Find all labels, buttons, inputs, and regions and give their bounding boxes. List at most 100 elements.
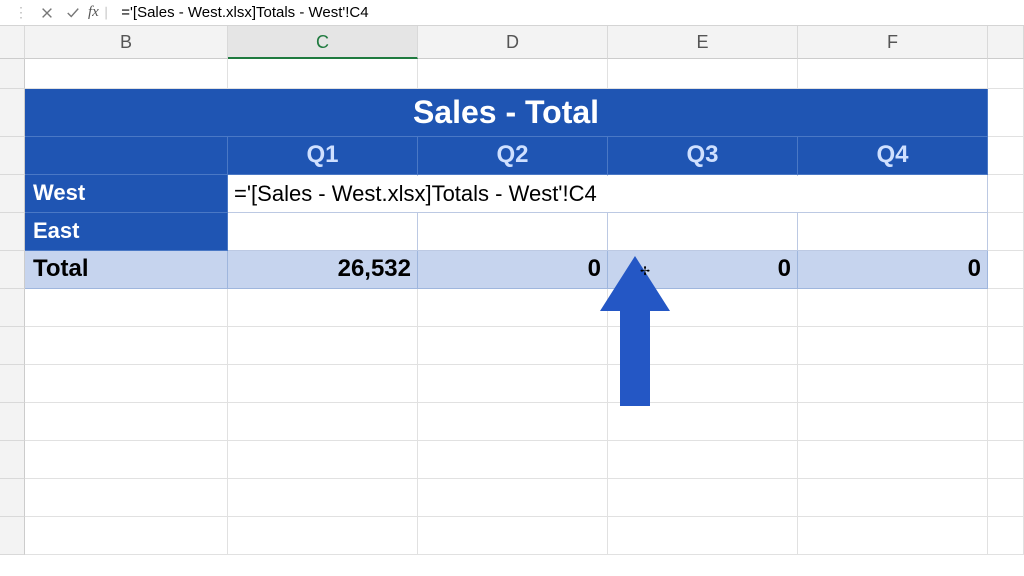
cell[interactable] [988,251,1024,289]
row-header[interactable] [0,403,25,441]
row-header[interactable] [0,137,25,175]
cell[interactable] [228,327,418,365]
grid-row [0,517,1024,555]
row-header[interactable] [0,59,25,89]
col-q1[interactable]: Q1 [228,137,418,175]
col-header-b[interactable]: B [25,26,228,59]
cell[interactable] [418,403,608,441]
cell[interactable] [608,403,798,441]
total-q1[interactable]: 26,532 [228,251,418,289]
cell[interactable] [608,441,798,479]
fx-label[interactable]: fx [88,4,99,21]
cell[interactable] [228,365,418,403]
cell[interactable] [798,327,988,365]
cell[interactable] [988,403,1024,441]
cell[interactable] [418,441,608,479]
cell[interactable] [228,517,418,555]
grid-row [0,365,1024,403]
cell[interactable] [25,327,228,365]
cell[interactable] [988,365,1024,403]
table-corner[interactable] [25,137,228,175]
annotation-arrow-icon [600,256,670,406]
col-header-d[interactable]: D [418,26,608,59]
cell[interactable] [25,479,228,517]
cell-east-q1[interactable] [228,213,418,251]
col-header-g[interactable] [988,26,1024,59]
spreadsheet-grid[interactable]: B C D E F Sales - Total Q1 Q2 [0,26,1024,576]
col-header-c[interactable]: C [228,26,418,59]
cell[interactable] [798,403,988,441]
cell[interactable] [798,289,988,327]
row-header[interactable] [0,517,25,555]
cell[interactable] [608,479,798,517]
cell[interactable] [228,441,418,479]
row-header[interactable] [0,213,25,251]
cell[interactable] [228,403,418,441]
cell[interactable] [988,137,1024,175]
enter-button[interactable] [64,4,82,22]
row-header[interactable] [0,327,25,365]
cell[interactable] [228,289,418,327]
cell[interactable] [418,479,608,517]
grid-body: Sales - Total Q1 Q2 Q3 Q4 West ='[Sales … [0,59,1024,555]
cell[interactable] [988,327,1024,365]
cell[interactable] [798,365,988,403]
formula-bar: ⋮ fx | ='[Sales - West.xlsx]Totals - Wes… [0,0,1024,26]
cell[interactable] [228,59,418,89]
row-header[interactable] [0,365,25,403]
grid-row [0,441,1024,479]
col-header-e[interactable]: E [608,26,798,59]
cancel-button[interactable] [38,4,56,22]
table-title[interactable]: Sales - Total [25,89,988,137]
cell[interactable] [988,289,1024,327]
cell[interactable] [25,289,228,327]
cell[interactable] [798,517,988,555]
cell[interactable] [988,441,1024,479]
row-header[interactable] [0,289,25,327]
row-header[interactable] [0,251,25,289]
row-header[interactable] [0,441,25,479]
cell[interactable] [988,175,1024,213]
cell[interactable] [608,517,798,555]
cell-east-q4[interactable] [798,213,988,251]
cell[interactable] [228,479,418,517]
cell[interactable] [988,89,1024,137]
cell-west-q4[interactable] [798,175,988,213]
row-label-east[interactable]: East [25,213,228,251]
cell[interactable] [418,517,608,555]
table-row: East [0,213,1024,251]
row-label-total[interactable]: Total [25,251,228,289]
cell[interactable] [798,479,988,517]
row-header[interactable] [0,175,25,213]
cell[interactable] [798,59,988,89]
cell[interactable] [25,441,228,479]
total-q2[interactable]: 0 [418,251,608,289]
cell[interactable] [418,327,608,365]
cell[interactable] [608,59,798,89]
select-all-corner[interactable] [0,26,25,59]
cell[interactable] [25,59,228,89]
total-q4[interactable]: 0 [798,251,988,289]
cell[interactable] [25,517,228,555]
cell-east-q2[interactable] [418,213,608,251]
col-header-f[interactable]: F [798,26,988,59]
cell[interactable] [25,403,228,441]
col-q4[interactable]: Q4 [798,137,988,175]
formula-input[interactable]: ='[Sales - West.xlsx]Totals - West'!C4 [115,4,1016,21]
cell[interactable] [798,441,988,479]
col-q3[interactable]: Q3 [608,137,798,175]
cell[interactable] [418,289,608,327]
row-header[interactable] [0,89,25,137]
row-label-west[interactable]: West [25,175,228,213]
cell-east-q3[interactable] [608,213,798,251]
cell-editor[interactable]: ='[Sales - West.xlsx]Totals - West'!C4 [228,176,798,212]
cell[interactable] [418,59,608,89]
cell[interactable] [25,365,228,403]
cell[interactable] [988,517,1024,555]
col-q2[interactable]: Q2 [418,137,608,175]
cell[interactable] [988,479,1024,517]
cell[interactable] [418,365,608,403]
cell[interactable] [988,59,1024,89]
row-header[interactable] [0,479,25,517]
cell[interactable] [988,213,1024,251]
